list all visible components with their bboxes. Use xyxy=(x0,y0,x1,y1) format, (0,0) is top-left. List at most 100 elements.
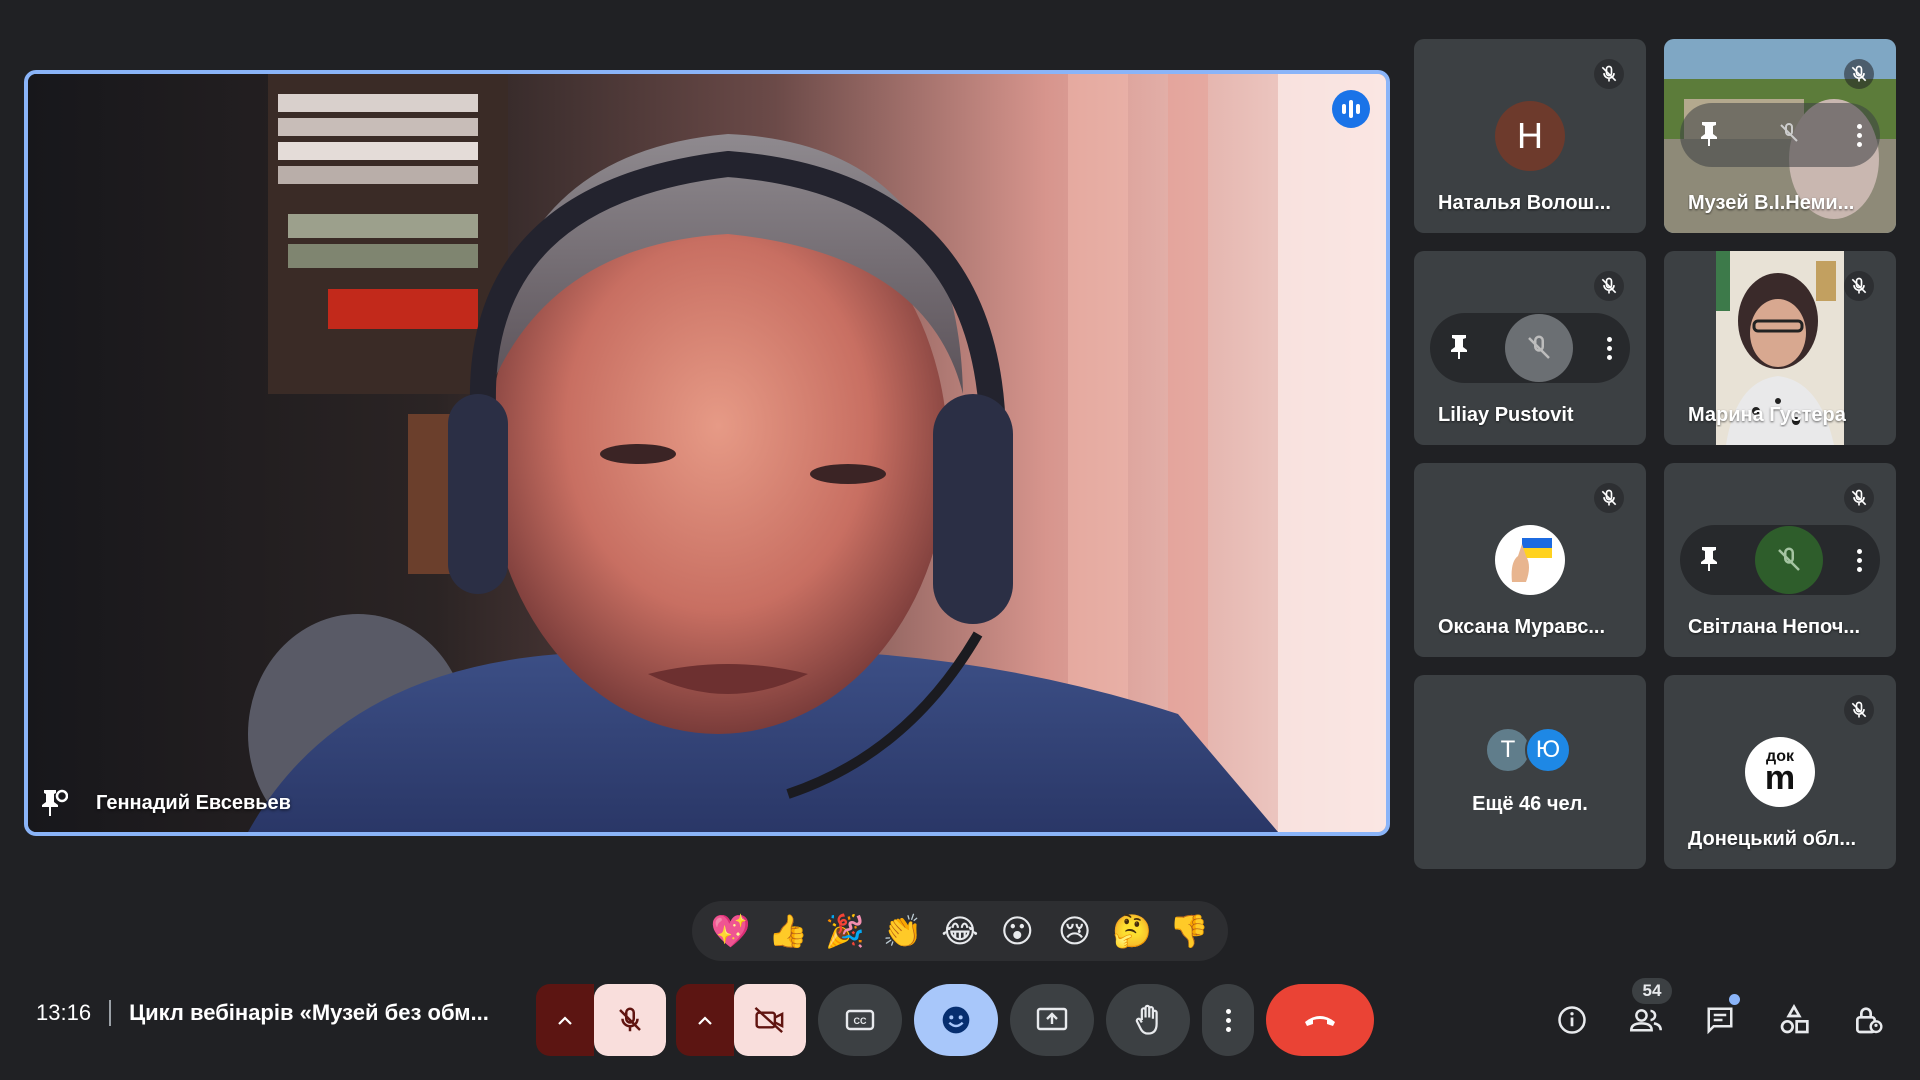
participant-name: Оксана Муравс... xyxy=(1438,616,1606,638)
chevron-up-icon xyxy=(558,1016,572,1025)
more-options-icon[interactable] xyxy=(1857,548,1862,572)
reaction-crying[interactable]: 😢 xyxy=(1051,907,1099,955)
mic-off-icon xyxy=(1594,483,1624,513)
meeting-info: 13:16 Цикл вебінарів «Музей без обм... xyxy=(36,1000,489,1026)
reaction-party-popper[interactable]: 🎉 xyxy=(821,907,869,955)
present-screen-icon xyxy=(1036,1007,1068,1031)
svg-text:CC: CC xyxy=(854,1016,867,1026)
participant-count-badge: 54 xyxy=(1632,978,1672,1004)
raise-hand-button[interactable] xyxy=(1106,984,1190,1056)
mic-off-icon xyxy=(1844,483,1874,513)
pin-icon[interactable] xyxy=(1698,120,1720,151)
leave-call-button[interactable] xyxy=(1266,984,1374,1056)
more-options-icon[interactable] xyxy=(1607,336,1612,360)
participant-name: Liliay Pustovit xyxy=(1438,404,1574,426)
present-screen-button[interactable] xyxy=(1010,984,1094,1056)
avatar: H xyxy=(1495,101,1565,171)
reaction-thumbs-down[interactable]: 👎 xyxy=(1165,907,1213,955)
people-icon xyxy=(1630,1009,1662,1032)
reaction-thinking[interactable]: 🤔 xyxy=(1108,907,1156,955)
camera-off-icon xyxy=(754,1006,784,1034)
main-speaker-label: Геннадий Евсевьев xyxy=(38,786,291,820)
more-people-label: Ещё 46 чел. xyxy=(1472,793,1588,815)
logo-text: m xyxy=(1764,759,1796,797)
mic-off-icon xyxy=(1594,271,1624,301)
video-settings-button[interactable] xyxy=(676,984,734,1056)
raise-hand-icon xyxy=(1135,1004,1158,1035)
chat-icon xyxy=(1707,1007,1733,1035)
participant-tile[interactable]: Liliay Pustovit xyxy=(1414,251,1646,445)
more-people-avatars: Т Ю xyxy=(1485,727,1575,773)
host-controls-lock-icon xyxy=(1856,1007,1883,1034)
unread-dot xyxy=(1729,994,1740,1005)
people-button[interactable]: 54 xyxy=(1622,978,1672,1056)
microphone-control xyxy=(536,984,666,1056)
pin-icon[interactable] xyxy=(38,786,72,820)
participant-name: Донецький обл... xyxy=(1688,828,1857,850)
avatar xyxy=(1495,525,1565,595)
meeting-time: 13:16 xyxy=(36,1000,92,1025)
call-controls: CC xyxy=(536,984,1374,1056)
avatar xyxy=(1754,526,1823,594)
tile-hover-controls xyxy=(1680,103,1880,167)
reaction-surprised[interactable]: 😮 xyxy=(993,907,1041,955)
participant-name: Музей В.І.Неми... xyxy=(1688,192,1855,214)
host-controls-button[interactable] xyxy=(1844,984,1892,1056)
more-participants-tile[interactable]: Т Ю Ещё 46 чел. xyxy=(1414,675,1646,869)
tile-hover-controls xyxy=(1430,313,1630,383)
mic-off-icon xyxy=(1844,59,1874,89)
speaking-indicator-icon xyxy=(1332,90,1370,128)
mic-off-icon xyxy=(1844,695,1874,725)
main-speaker-name: Геннадий Евсевьев xyxy=(96,791,291,814)
meeting-details-button[interactable] xyxy=(1548,984,1596,1056)
chat-button[interactable] xyxy=(1696,984,1744,1056)
museum-logo: док m xyxy=(1745,737,1815,807)
avatar: Ю xyxy=(1525,727,1571,773)
avatar xyxy=(1504,314,1573,382)
meet-stage: Геннадий Евсевьев H Наталья Волош... Муз… xyxy=(0,0,1920,1080)
reactions-button[interactable] xyxy=(914,984,998,1056)
closed-captions-icon: CC xyxy=(845,1009,875,1031)
reaction-sparkling-heart[interactable]: 💖 xyxy=(707,907,755,955)
camera-toggle-button[interactable] xyxy=(734,984,806,1056)
more-vert-icon xyxy=(1225,1008,1231,1032)
mic-off-icon xyxy=(1844,271,1874,301)
audio-settings-button[interactable] xyxy=(536,984,594,1056)
captions-button[interactable]: CC xyxy=(818,984,902,1056)
hang-up-icon xyxy=(1305,1016,1335,1026)
smiley-icon xyxy=(942,1006,970,1034)
reaction-laughing[interactable]: 😂 xyxy=(936,907,984,955)
mute-participant-icon[interactable] xyxy=(1777,121,1801,150)
info-icon xyxy=(1558,1006,1586,1034)
participant-tile[interactable]: Музей В.І.Неми... xyxy=(1664,39,1896,233)
activities-button[interactable] xyxy=(1770,984,1818,1056)
speaker-video-feed xyxy=(28,74,1386,832)
main-speaker-video[interactable]: Геннадий Евсевьев xyxy=(24,70,1390,836)
camera-control xyxy=(676,984,806,1056)
pin-icon[interactable] xyxy=(1448,333,1470,364)
activities-icon xyxy=(1780,1004,1809,1034)
participant-tile[interactable]: док m Донецький обл... xyxy=(1664,675,1896,869)
reactions-bar: 💖 👍 🎉 👏 😂 😮 😢 🤔 👎 xyxy=(692,901,1228,961)
more-options-icon[interactable] xyxy=(1857,123,1862,147)
participant-name: Світлана Непоч... xyxy=(1688,616,1861,638)
divider xyxy=(109,1000,112,1026)
pin-icon[interactable] xyxy=(1698,545,1720,576)
reaction-clapping[interactable]: 👏 xyxy=(879,907,927,955)
participant-name: Наталья Волош... xyxy=(1438,192,1611,214)
participant-tile[interactable]: H Наталья Волош... xyxy=(1414,39,1646,233)
mic-off-icon xyxy=(1594,59,1624,89)
side-tools: 54 xyxy=(1548,978,1892,1056)
more-options-button[interactable] xyxy=(1202,984,1254,1056)
ukraine-flag-icon xyxy=(1511,538,1552,582)
participant-tile[interactable]: Оксана Муравс... xyxy=(1414,463,1646,657)
mic-toggle-button[interactable] xyxy=(594,984,666,1056)
mic-off-icon xyxy=(619,1007,641,1032)
reaction-thumbs-up[interactable]: 👍 xyxy=(764,907,812,955)
meeting-title[interactable]: Цикл вебінарів «Музей без обм... xyxy=(129,1000,489,1026)
chevron-up-icon xyxy=(698,1016,712,1025)
participant-name: Марина Густера xyxy=(1688,404,1846,426)
tile-hover-controls xyxy=(1680,525,1880,595)
participant-tile[interactable]: Марина Густера xyxy=(1664,251,1896,445)
participant-tile[interactable]: Світлана Непоч... xyxy=(1664,463,1896,657)
